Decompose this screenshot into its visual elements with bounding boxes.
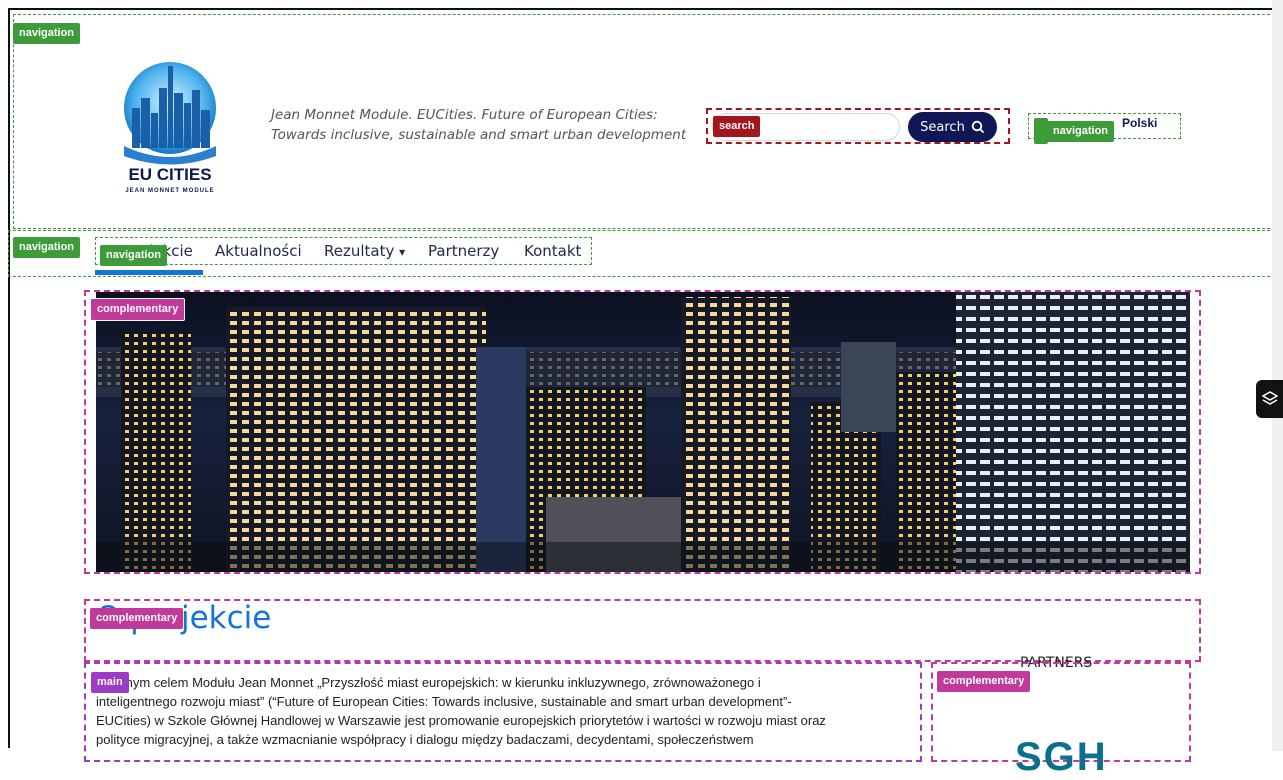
sgh-partner-logo[interactable]: SGH (1015, 735, 1108, 780)
site-tagline: Jean Monnet Module. EUCities. Future of … (271, 107, 687, 143)
menu-item-rezultaty-label: Rezultaty (324, 242, 395, 260)
description-line: polityce migracyjnej, a także wzmacniani… (96, 732, 754, 747)
hero-city-image (96, 292, 1190, 572)
description-line: inteligentnego rozwoju miast” (“Future o… (96, 694, 792, 709)
menu-item-kontakt[interactable]: Kontakt (524, 242, 581, 260)
description-line: EUCities) w Szkole Głównej Handlowej w W… (96, 713, 826, 728)
navigation-annotation: navigation (1047, 121, 1115, 142)
language-annotation-stack (1034, 118, 1048, 144)
complementary-annotation: complementary (937, 671, 1031, 692)
search-annotation: search (713, 116, 761, 137)
layers-icon (1261, 391, 1278, 405)
search-icon (971, 120, 985, 134)
navigation-annotation: navigation (13, 237, 81, 258)
page-scrollbar[interactable] (1272, 0, 1283, 751)
description-line: Głównym celem Modułu Jean Monnet „Przysz… (96, 675, 761, 690)
search-button[interactable]: Search (908, 112, 997, 142)
logo-text: EU CITIES (128, 165, 211, 184)
active-menu-indicator (95, 270, 203, 275)
menu-item-rezultaty[interactable]: Rezultaty ▾ (324, 242, 405, 260)
logo-subtext: JEAN MONNET MODULE (125, 188, 214, 194)
menu-item-partnerzy[interactable]: Partnerzy (428, 242, 499, 260)
complementary-annotation: complementary (90, 608, 184, 629)
search-button-label: Search (920, 119, 965, 135)
complementary-annotation: complementary (90, 298, 186, 321)
language-switch-polski[interactable]: Polski (1122, 116, 1157, 130)
chevron-down-icon: ▾ (399, 245, 406, 259)
project-description: Głównym celem Modułu Jean Monnet „Przysz… (96, 673, 916, 749)
menu-item-aktualnosci[interactable]: Aktualności (215, 242, 302, 260)
main-annotation: main (91, 672, 129, 693)
accessibility-tool-button[interactable] (1256, 380, 1283, 418)
navigation-annotation: navigation (13, 23, 81, 44)
eu-cities-logo[interactable]: EU CITIES JEAN MONNET MODULE (112, 58, 232, 198)
navigation-annotation: navigation (100, 245, 168, 266)
